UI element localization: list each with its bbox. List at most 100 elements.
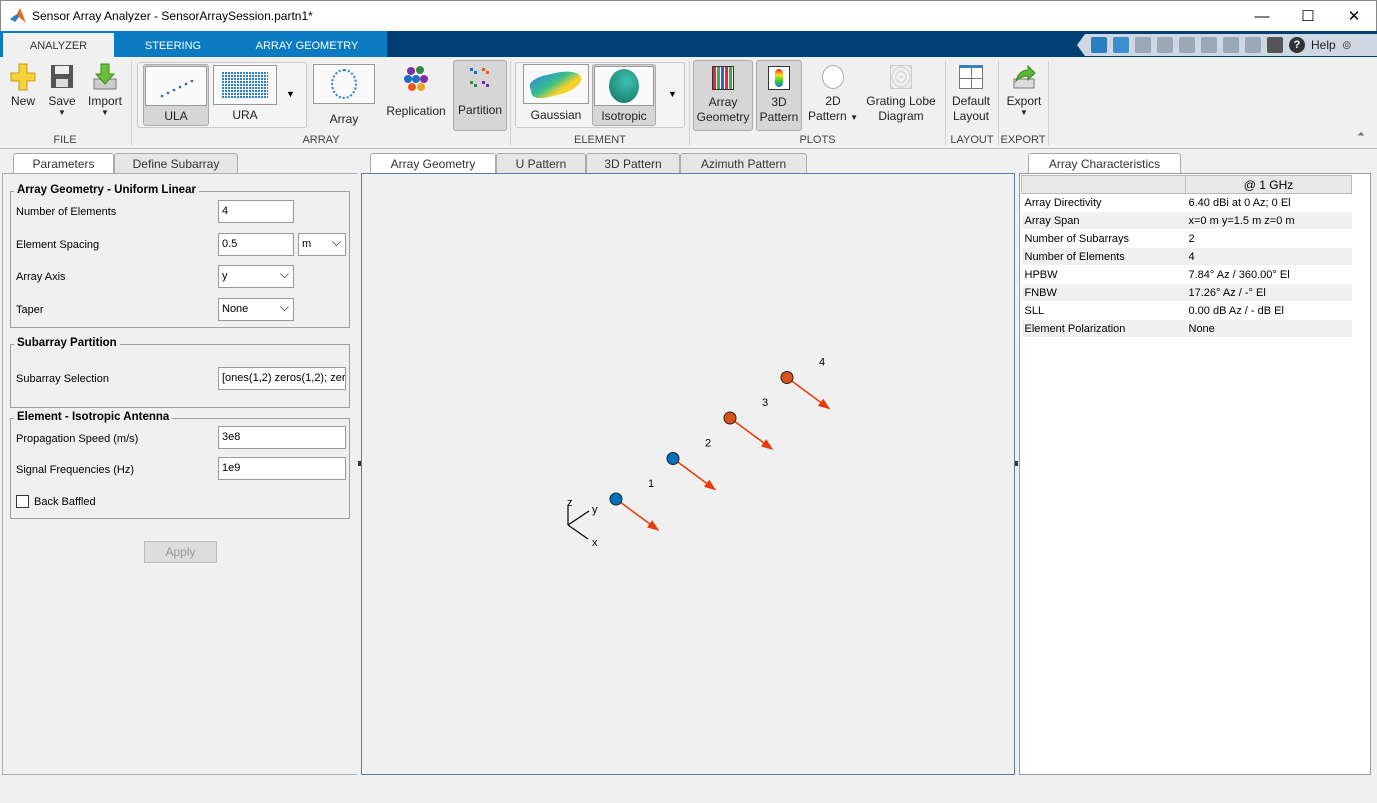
figure-icon[interactable] [1113, 37, 1129, 53]
tab-parameters[interactable]: Parameters [13, 153, 114, 174]
array-axis-select[interactable]: y [218, 265, 294, 288]
row-value: 6.40 dBi at 0 Az; 0 El [1185, 193, 1352, 212]
import-button[interactable]: Import ▼ [84, 63, 126, 117]
3d-pattern-button[interactable]: 3D Pattern [756, 60, 802, 131]
partition-button[interactable]: Partition [453, 60, 507, 131]
ura-button[interactable]: URA [212, 64, 278, 126]
element-label: 3 [762, 397, 768, 409]
ula-icon [160, 79, 194, 98]
help-icon[interactable]: ? [1289, 37, 1305, 53]
array-geometry-icon [712, 66, 734, 90]
export-icon [1013, 64, 1036, 89]
propagation-speed-input[interactable]: 3e8 [218, 426, 346, 449]
element-spacing-input[interactable]: 0.5 [218, 233, 294, 256]
element-label: 1 [648, 478, 654, 490]
element-normal-arrow [786, 376, 831, 410]
signal-frequencies-input[interactable]: 1e9 [218, 457, 346, 480]
undo-icon[interactable] [1223, 37, 1239, 53]
tab-array-geometry[interactable]: ARRAY GEOMETRY [232, 33, 382, 57]
table-row: Element Polarization None [1021, 319, 1352, 338]
array-geometry-group: Array Geometry - Uniform Linear Number o… [10, 184, 350, 328]
number-of-elements-input[interactable]: 4 [218, 200, 294, 223]
ula-button[interactable]: ULA [143, 64, 209, 126]
default-layout-button[interactable]: Default Layout [948, 63, 994, 124]
layout-group-label: LAYOUT [950, 134, 994, 146]
table-row: Number of Subarrays 2 [1021, 229, 1352, 248]
cut-icon[interactable] [1157, 37, 1173, 53]
2d-pattern-button[interactable]: 2D Pattern ▼ [806, 63, 860, 125]
plots-group-label: PLOTS [799, 134, 836, 146]
minimize-button[interactable]: — [1239, 1, 1285, 32]
grating-lobe-icon [890, 65, 912, 89]
element-group-label: ELEMENT [574, 134, 626, 146]
expand-icon[interactable]: ⊚ [1342, 38, 1352, 52]
element-gallery-dropdown[interactable]: ▼ [668, 89, 677, 99]
array-element-marker [780, 371, 794, 384]
tab-u-pattern[interactable]: U Pattern [496, 153, 586, 174]
collapse-ribbon-icon[interactable]: ⏶ [1357, 129, 1365, 140]
row-label: FNBW [1021, 283, 1186, 302]
row-value: None [1185, 319, 1352, 338]
element-normal-arrow [672, 457, 717, 491]
row-label: Array Directivity [1021, 193, 1186, 212]
new-button[interactable]: New [5, 63, 41, 108]
table-row: Array Span x=0 m y=1.5 m z=0 m [1021, 211, 1352, 230]
spacing-unit-select[interactable]: m [298, 233, 346, 256]
plot-panel: 1 2 3 4 z y x [358, 173, 1018, 775]
partition-icon [470, 68, 489, 87]
apply-button[interactable]: Apply [144, 541, 217, 563]
window-icon[interactable] [1267, 37, 1283, 53]
tab-3d-pattern[interactable]: 3D Pattern [586, 153, 680, 174]
element-label: 4 [819, 357, 825, 369]
tab-analyzer[interactable]: ANALYZER [3, 33, 114, 57]
dock-icon[interactable] [1091, 37, 1107, 53]
taper-select[interactable]: None [218, 298, 294, 321]
copy-icon[interactable] [1179, 37, 1195, 53]
close-button[interactable]: ✕ [1331, 1, 1377, 32]
tab-azimuth-pattern[interactable]: Azimuth Pattern [680, 153, 807, 174]
tab-array-geometry-plot[interactable]: Array Geometry [370, 153, 496, 174]
array-gallery-dropdown[interactable]: ▼ [286, 89, 295, 99]
title-bar: Sensor Array Analyzer - SensorArraySessi… [0, 0, 1377, 31]
back-baffled-checkbox[interactable] [16, 495, 29, 508]
quick-access-toolbar: ? Help ⊚ [1077, 34, 1377, 56]
right-splitter-handle[interactable] [1015, 461, 1018, 466]
paste-icon[interactable] [1201, 37, 1217, 53]
left-splitter-handle[interactable] [358, 461, 361, 466]
window-title: Sensor Array Analyzer - SensorArraySessi… [32, 9, 313, 23]
parameters-panel: Array Geometry - Uniform Linear Number o… [2, 173, 357, 775]
tab-array-characteristics[interactable]: Array Characteristics [1028, 153, 1181, 174]
tab-define-subarray[interactable]: Define Subarray [114, 153, 238, 174]
polar-pattern-icon [822, 65, 844, 89]
layout-icon [959, 65, 983, 89]
row-value: 4 [1185, 247, 1352, 266]
help-link[interactable]: Help [1311, 38, 1336, 52]
3d-pattern-icon [775, 69, 783, 87]
subarray-selection-input[interactable]: [ones(1,2) zeros(1,2); zeros(1,2) ones(1… [218, 367, 346, 390]
isotropic-button[interactable]: Isotropic [592, 64, 656, 126]
save-icon[interactable] [1135, 37, 1151, 53]
array-element-marker [609, 492, 623, 506]
replication-button[interactable]: Replication [384, 65, 448, 118]
z-axis-label: z [567, 497, 573, 509]
array-geometry-plot-button[interactable]: Array Geometry [693, 60, 753, 131]
floppy-icon [51, 65, 73, 88]
grating-lobe-diagram-button[interactable]: Grating Lobe Diagram [864, 63, 938, 124]
element-group: Element - Isotropic Antenna Propagation … [10, 411, 350, 519]
save-button[interactable]: Save ▼ [44, 63, 80, 117]
isotropic-sphere-icon [609, 69, 639, 103]
axes-triad [567, 505, 590, 540]
x-axis-label: x [592, 537, 598, 549]
redo-icon[interactable] [1245, 37, 1261, 53]
row-label: HPBW [1021, 265, 1186, 284]
gaussian-button[interactable]: Gaussian [523, 64, 589, 122]
frequency-header: @ 1 GHz [1185, 175, 1352, 194]
tab-steering[interactable]: STEERING [118, 33, 228, 57]
array-button[interactable]: Array [313, 64, 375, 126]
export-button[interactable]: Export ▼ [1002, 63, 1046, 117]
table-row: Number of Elements 4 [1021, 247, 1352, 266]
matlab-logo-icon [10, 8, 26, 23]
array-element-marker [666, 452, 680, 465]
array-group-label: ARRAY [302, 134, 340, 146]
maximize-button[interactable]: ☐ [1285, 1, 1331, 32]
